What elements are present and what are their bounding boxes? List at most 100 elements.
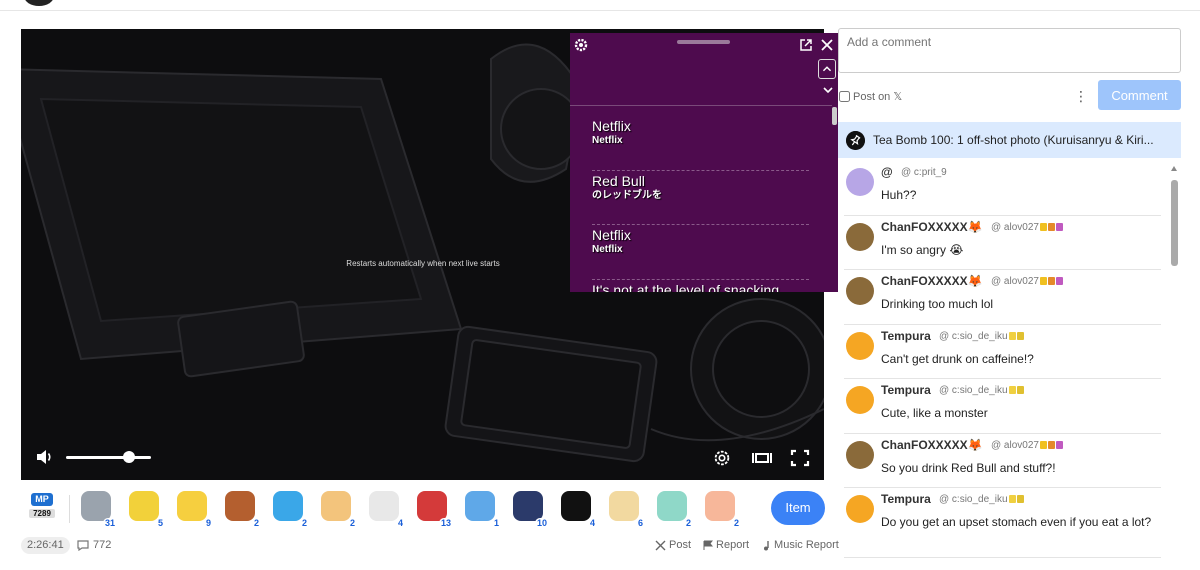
comment-overlay-window[interactable]: Netflix Netflix Red Bull のレッドブルを Netflix… <box>570 33 838 292</box>
gift-item[interactable]: 9 <box>175 491 213 528</box>
overlay-comment: It's not at the level of snacking <box>592 280 809 293</box>
user-badge-icon <box>1047 440 1055 449</box>
mp-points[interactable]: MP 7289 <box>29 493 55 523</box>
gift-bar: MP 7289 31 5 9 2 2 2 4 13 1 10 4 6 2 2 Item <box>21 489 831 529</box>
report-label: Report <box>716 539 750 551</box>
user-badge-icon <box>1039 440 1047 449</box>
comment-username[interactable]: Tempura <box>881 329 931 343</box>
avatar[interactable] <box>846 277 874 305</box>
gift-item[interactable]: 4 <box>367 491 405 528</box>
comment-row[interactable]: ChanFOXXXXX🦊 @ alov027 I'm so angry 😭 <box>844 216 1161 270</box>
black-card-icon <box>561 491 591 521</box>
avatar[interactable] <box>846 495 874 523</box>
pinned-message[interactable]: Tea Bomb 100: 1 off-shot photo (Kuruisan… <box>838 122 1181 158</box>
scrollbar-thumb[interactable] <box>1171 180 1178 266</box>
comment-button[interactable]: Comment <box>1098 80 1181 110</box>
comment-row[interactable]: @ @ c:prit_9 Huh?? <box>844 161 1161 216</box>
item-button[interactable]: Item <box>771 491 825 525</box>
settings-gear-icon[interactable] <box>711 448 733 468</box>
overlay-gear-icon[interactable] <box>573 37 589 53</box>
avatar[interactable] <box>846 168 874 196</box>
report-link[interactable]: Report <box>703 537 749 554</box>
avatar[interactable] <box>846 440 874 469</box>
gift-count: 2 <box>347 518 357 528</box>
comment-username[interactable]: ChanFOXXXXX🦊 <box>881 220 983 234</box>
pudding-cup-icon <box>609 491 639 521</box>
user-badge-icon <box>1047 222 1055 231</box>
gift-item[interactable]: 31 <box>79 491 117 528</box>
site-logo[interactable] <box>24 0 54 6</box>
gift-count: 31 <box>102 518 117 528</box>
user-badge-icon <box>1055 222 1063 231</box>
theater-mode-icon[interactable] <box>751 448 773 468</box>
comment-username[interactable]: ChanFOXXXXX🦊 <box>881 438 983 452</box>
overlay-drag-handle[interactable] <box>677 40 730 44</box>
comment-row[interactable]: ChanFOXXXXX🦊 @ alov027 Drinking too much l… <box>844 270 1161 325</box>
gift-count: 2 <box>299 518 309 528</box>
gift-item[interactable]: 6 <box>607 491 645 528</box>
scroll-down-icon[interactable] <box>822 85 834 95</box>
gift-item[interactable]: 1 <box>463 491 501 528</box>
scroll-up-icon[interactable] <box>818 59 836 79</box>
gift-item[interactable]: 2 <box>319 491 357 528</box>
post-on-x-label: Post on 𝕏 <box>853 91 903 103</box>
gift-item[interactable]: 10 <box>511 491 549 528</box>
gift-item[interactable]: 2 <box>655 491 693 528</box>
gift-count: 13 <box>438 518 453 528</box>
gift-item[interactable]: 2 <box>703 491 741 528</box>
avatar[interactable] <box>846 222 874 251</box>
comment-username[interactable]: @ <box>881 165 893 179</box>
close-icon[interactable] <box>820 38 834 52</box>
overlay-divider <box>570 105 832 106</box>
popout-icon[interactable] <box>799 38 813 52</box>
comment-row[interactable]: Tempura @ c:sio_de_iku Do you get an upset… <box>844 488 1161 558</box>
overlay-comment-original: Netflix <box>592 135 623 146</box>
comment-handle-text: @ c:sio_de_iku <box>939 385 1008 396</box>
comment-input[interactable] <box>838 28 1181 73</box>
comment-handle-text: @ alov027 <box>991 276 1039 287</box>
comment-scrollbar[interactable] <box>1171 164 1178 570</box>
gift-item[interactable]: 5 <box>127 491 165 528</box>
volume-slider-track[interactable] <box>66 456 151 459</box>
gift-count: 10 <box>534 518 549 528</box>
comment-handle: @ c:sio_de_iku <box>939 494 1024 505</box>
blue-star-icon <box>273 491 303 521</box>
gift-item[interactable]: 13 <box>415 491 453 528</box>
overlay-comment-text: It's not at the level of snacking <box>592 281 780 293</box>
comment-count-value: 772 <box>93 539 112 551</box>
overlay-comment-original: のレッドブルを <box>592 189 662 201</box>
gift-count: 2 <box>251 518 261 528</box>
post-on-x-option[interactable]: Post on 𝕏 <box>839 90 902 103</box>
flower-cup-icon <box>321 491 351 521</box>
avatar[interactable] <box>846 331 874 360</box>
gift-item[interactable]: 4 <box>559 491 597 528</box>
overlay-comment-text: Red Bull <box>592 172 645 189</box>
music-report-link[interactable]: Music Report <box>761 537 839 554</box>
post-on-x-checkbox[interactable] <box>839 91 850 102</box>
comment-row[interactable]: Tempura @ c:sio_de_iku Can't get drunk on … <box>844 325 1161 379</box>
comment-text: Do you get an upset stomach even if you … <box>881 515 1152 529</box>
more-options-icon[interactable]: ⋮ <box>1074 88 1088 104</box>
sheep-cloud-icon <box>369 491 399 521</box>
fullscreen-icon[interactable] <box>789 448 811 468</box>
comment-handle-text: @ c:prit_9 <box>901 167 947 178</box>
user-badge-icon <box>1039 222 1047 231</box>
overlay-scrollbar[interactable] <box>832 107 837 125</box>
offline-message: Restarts automatically when next live st… <box>346 259 500 268</box>
scroll-up-arrow-icon[interactable] <box>1171 166 1177 171</box>
comment-row[interactable]: Tempura @ c:sio_de_iku Cute, like a monste… <box>844 379 1161 434</box>
comment-username[interactable]: Tempura <box>881 492 931 506</box>
volume-icon[interactable] <box>35 447 55 467</box>
overlay-comment-original: Netflix <box>592 244 623 255</box>
user-badge-icon <box>1055 277 1063 285</box>
comment-username[interactable]: ChanFOXXXXX🦊 <box>881 274 983 288</box>
avatar[interactable] <box>846 386 874 414</box>
elapsed-time: 2:26:41 <box>21 537 70 554</box>
gift-item[interactable]: 2 <box>271 491 309 528</box>
comment-row[interactable]: ChanFOXXXXX🦊 @ alov027 So you drink Red Bu… <box>844 434 1161 488</box>
gift-item[interactable]: 2 <box>223 491 261 528</box>
comment-username[interactable]: Tempura <box>881 383 931 397</box>
post-link[interactable]: Post <box>655 537 691 554</box>
volume-slider-handle[interactable] <box>123 451 135 463</box>
comment-list: @ @ c:prit_9 Huh?? ChanFOXXXXX🦊 @ alov027 I'm… <box>838 161 1168 570</box>
